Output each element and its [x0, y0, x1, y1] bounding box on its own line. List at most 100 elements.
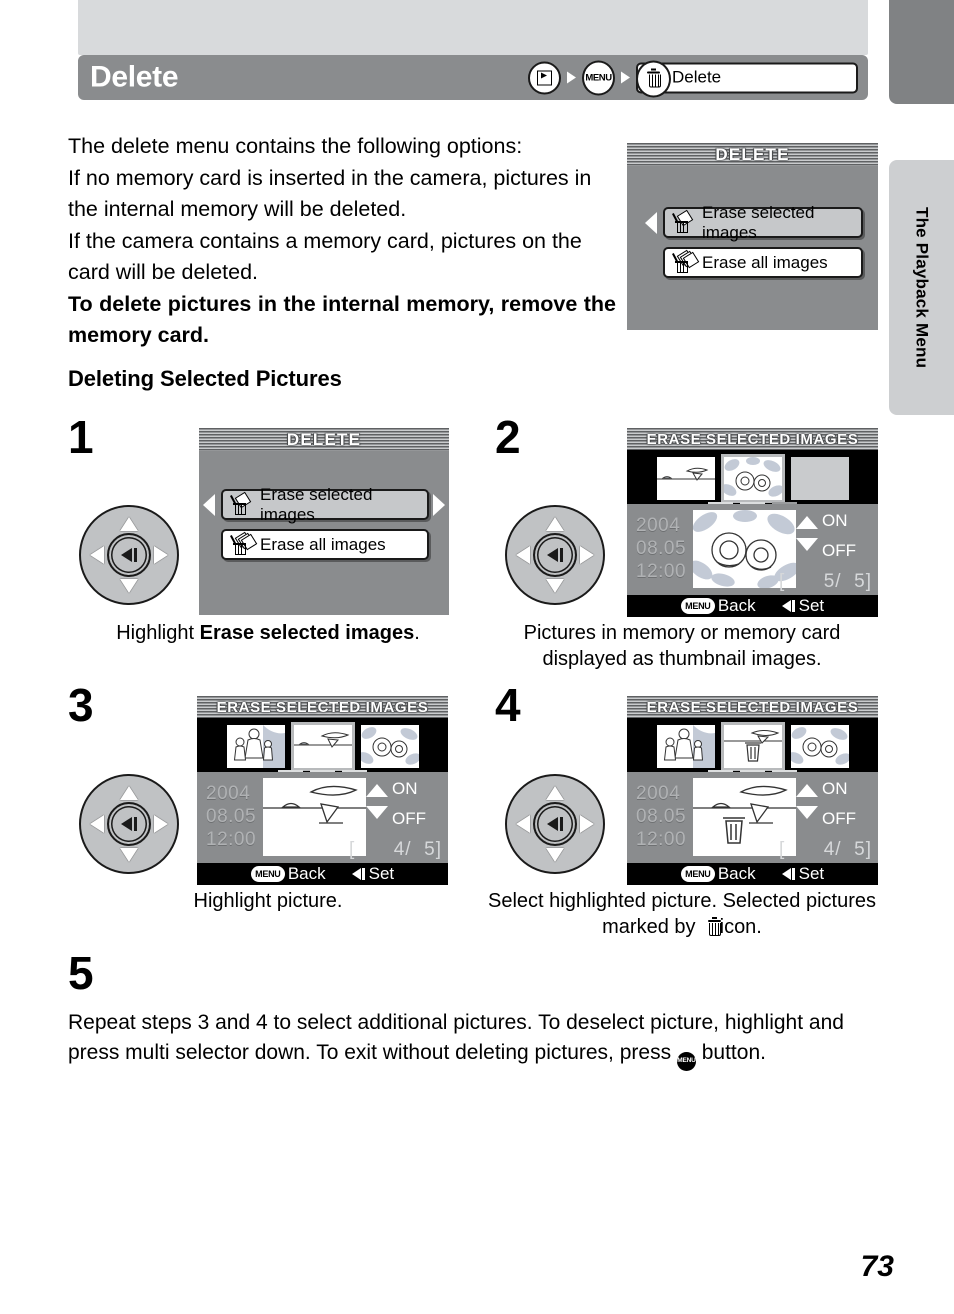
thumbnail-strip	[627, 450, 878, 505]
counter-bracket-left: [	[349, 839, 355, 860]
menu-chip-icon: MENU	[250, 866, 285, 882]
multi-selector-down-icon[interactable]	[546, 848, 564, 862]
multi-selector-enter-button[interactable]	[107, 802, 151, 846]
erase-all-icon	[672, 249, 700, 274]
delete-menu-title: DELETE	[715, 144, 790, 164]
multi-selector-up-icon[interactable]	[546, 517, 564, 531]
multi-selector-up-icon[interactable]	[546, 786, 564, 800]
step3-screen-titlebar: ERASE SELECTED IMAGES	[197, 696, 448, 718]
up-arrow-icon	[796, 516, 818, 529]
enter-icon	[781, 868, 795, 880]
thumbnail-family[interactable]	[656, 724, 715, 768]
multi-selector-up-icon[interactable]	[120, 786, 138, 800]
capture-year: 2004	[636, 783, 681, 804]
intro-paragraph: The delete menu contains the following o…	[68, 131, 616, 352]
counter-current: 5	[823, 571, 836, 592]
multi-selector-3[interactable]	[79, 774, 179, 874]
back-label: Back	[287, 864, 326, 883]
multi-selector-enter-button[interactable]	[533, 533, 577, 577]
page-title: Delete	[90, 59, 179, 93]
back-action[interactable]: MENU Back	[680, 596, 756, 616]
counter-current: 4	[823, 839, 836, 860]
menu-item-label: Erase all images	[702, 252, 828, 272]
step2-screen-titlebar: ERASE SELECTED IMAGES	[627, 428, 878, 450]
thumbnail-seascape[interactable]	[656, 456, 715, 500]
intro-line-2: If no memory card is inserted in the cam…	[68, 165, 592, 222]
set-action[interactable]: Set	[351, 864, 395, 884]
menu-item-label: Erase all images	[260, 534, 386, 554]
counter-total: 5	[854, 839, 866, 860]
set-action[interactable]: Set	[781, 596, 824, 616]
multi-selector-up-icon[interactable]	[120, 517, 138, 531]
counter-total: 5	[854, 571, 866, 592]
enter-icon	[781, 600, 795, 612]
multi-selector-enter-button[interactable]	[533, 802, 577, 846]
thumbnail-empty[interactable]	[790, 456, 849, 500]
back-action[interactable]: MENU Back	[250, 864, 326, 884]
thumbnail-seascape[interactable]	[290, 721, 355, 771]
thumbnail-seascape-marked[interactable]	[720, 721, 785, 771]
capture-time: 12:00	[636, 829, 687, 850]
step-number-2: 2	[495, 411, 521, 463]
set-label: Set	[368, 864, 395, 883]
step1-screen-titlebar: DELETE	[199, 428, 449, 451]
thumbnail-family[interactable]	[226, 724, 285, 768]
multi-selector-down-icon[interactable]	[120, 579, 138, 593]
step4-caption: Select highlighted picture. Selected pic…	[480, 888, 884, 940]
on-off-indicator: ON OFF	[790, 511, 872, 566]
step4-screen-titlebar: ERASE SELECTED IMAGES	[627, 696, 878, 718]
multi-selector-left-icon[interactable]	[90, 546, 104, 564]
step3-screen-title: ERASE SELECTED IMAGES	[216, 698, 429, 716]
erase-selected-icon	[672, 209, 695, 234]
step4-screen-title: ERASE SELECTED IMAGES	[646, 698, 859, 716]
playback-icon	[528, 61, 561, 94]
header-top-band	[78, 0, 868, 55]
multi-selector-2[interactable]	[505, 505, 605, 605]
breadcrumb-target: Delete	[636, 60, 858, 97]
menu-item-erase-all[interactable]: Erase all images	[221, 529, 429, 560]
step4-caption-part1: Select highlighted picture. Selected pic…	[487, 890, 876, 938]
multi-selector-left-icon[interactable]	[516, 815, 530, 833]
multi-selector-1[interactable]	[79, 505, 179, 605]
multi-selector-left-icon[interactable]	[516, 546, 530, 564]
trash-icon	[701, 917, 722, 936]
thumbnail-flowers[interactable]	[720, 453, 785, 503]
counter-bracket-left: [	[779, 571, 785, 592]
thumbnail-flowers[interactable]	[360, 724, 419, 768]
side-tab-top-block	[889, 0, 954, 104]
multi-selector-right-icon[interactable]	[580, 815, 594, 833]
multi-selector-left-icon[interactable]	[90, 815, 104, 833]
chevron-right-icon-1	[567, 71, 576, 84]
multi-selector-4[interactable]	[505, 774, 605, 874]
step1-caption: Highlight Erase selected images.	[68, 620, 468, 646]
thumbnail-flowers[interactable]	[790, 724, 849, 768]
step-number-5: 5	[68, 947, 94, 999]
back-action[interactable]: MENU Back	[680, 864, 756, 884]
capture-datetime: 2004 08.05 12:00	[206, 782, 256, 851]
set-action[interactable]: Set	[781, 864, 825, 884]
multi-selector-right-icon[interactable]	[154, 815, 168, 833]
intro-line-3: If the camera contains a memory card, pi…	[68, 228, 582, 285]
erase-all-icon	[230, 531, 258, 556]
step3-preview-area: 2004 08.05 12:00 ON OFF [ 4/ 5]	[197, 772, 448, 863]
multi-selector-down-icon[interactable]	[546, 579, 564, 593]
up-arrow-icon	[366, 784, 388, 797]
menu-item-erase-selected[interactable]: Erase selected images	[663, 203, 863, 242]
image-counter: 5/ 5]	[823, 571, 872, 592]
off-label: OFF	[392, 809, 426, 828]
step4-screen: ERASE SELECTED IMAGES 2004 08.05 12:00 O…	[627, 696, 878, 885]
multi-selector-enter-button[interactable]	[107, 533, 151, 577]
step1-caption-suffix: .	[414, 622, 420, 644]
multi-selector-right-icon[interactable]	[580, 546, 594, 564]
step1-screen-title: DELETE	[286, 429, 362, 449]
step2-screen: ERASE SELECTED IMAGES 2004 08.05 12:00 O…	[627, 428, 878, 617]
multi-selector-down-icon[interactable]	[120, 848, 138, 862]
menu-item-erase-all[interactable]: Erase all images	[663, 247, 863, 278]
menu-item-erase-selected[interactable]: Erase selected images	[221, 485, 429, 524]
section-heading: Deleting Selected Pictures	[68, 366, 342, 391]
set-label: Set	[798, 864, 825, 883]
multi-selector-right-icon[interactable]	[154, 546, 168, 564]
capture-time: 12:00	[206, 829, 257, 850]
delete-menu-titlebar: DELETE	[627, 143, 878, 166]
thumbnail-strip	[627, 718, 878, 773]
